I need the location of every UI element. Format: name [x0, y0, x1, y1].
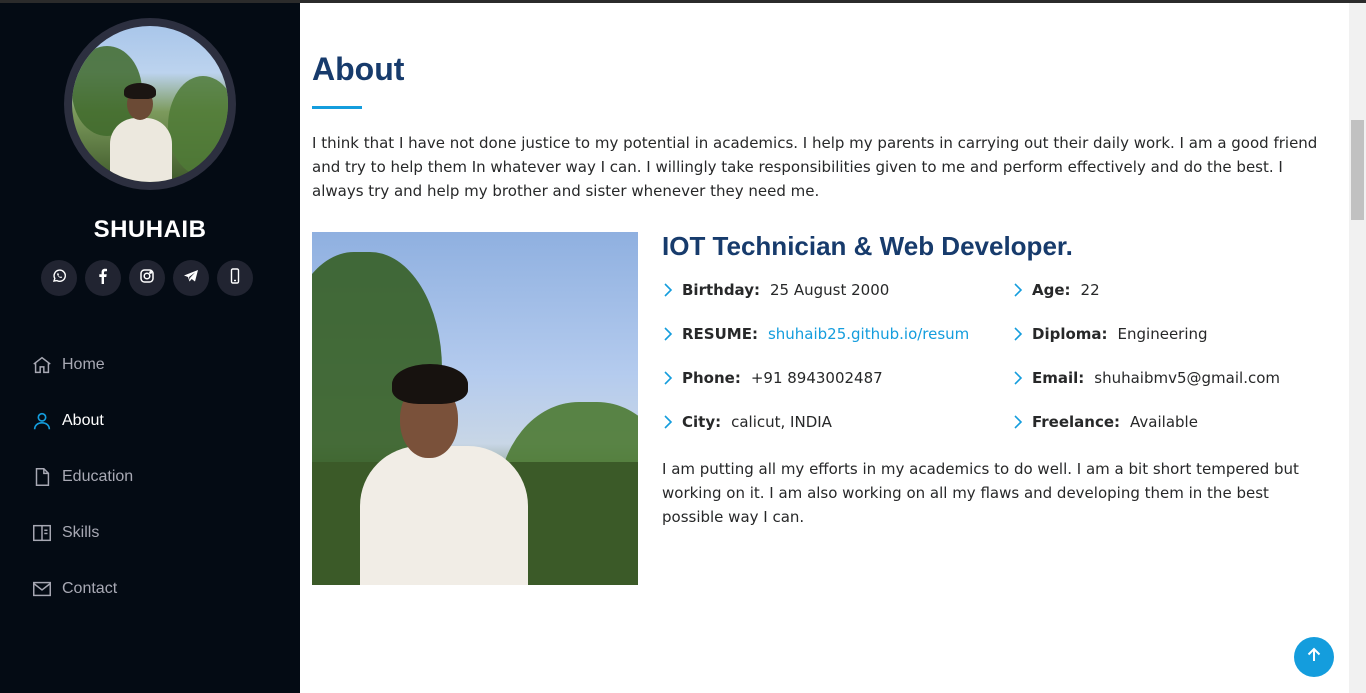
arrow-up-icon	[1304, 645, 1324, 670]
info-label: Freelance:	[1032, 413, 1121, 431]
phone-icon	[227, 267, 243, 289]
info-resume: RESUME: shuhaib25.github.io/resum	[662, 325, 969, 343]
profile-avatar-ring	[64, 18, 236, 190]
page-title: About	[312, 51, 405, 87]
phone-link[interactable]	[217, 260, 253, 296]
title-underline	[312, 106, 362, 109]
telegram-link[interactable]	[173, 260, 209, 296]
outro-paragraph: I am putting all my efforts in my academ…	[662, 460, 1299, 526]
facebook-link[interactable]	[85, 260, 121, 296]
about-section: About I think that I have not done justi…	[300, 3, 1349, 693]
scrollbar-track[interactable]	[1349, 3, 1366, 693]
social-links	[41, 260, 253, 296]
sidebar-item-education[interactable]: Education	[30, 449, 133, 505]
info-value: +91 8943002487	[750, 369, 883, 387]
sidebar-nav: Home About Education Skills Contact	[30, 337, 133, 617]
info-birthday: Birthday: 25 August 2000	[662, 281, 889, 299]
info-label: Age:	[1032, 281, 1071, 299]
chevron-right-icon	[1012, 326, 1026, 342]
chevron-right-icon	[1012, 370, 1026, 386]
intro-paragraph: I think that I have not done justice to …	[312, 134, 1318, 200]
back-to-top-button[interactable]	[1294, 637, 1334, 677]
telegram-icon	[183, 268, 199, 289]
file-icon	[30, 465, 54, 489]
sidebar-item-about[interactable]: About	[30, 393, 133, 449]
person-icon	[30, 409, 54, 433]
info-value: Engineering	[1117, 325, 1208, 343]
info-label: City:	[682, 413, 722, 431]
chevron-right-icon	[662, 326, 676, 342]
sidebar-item-label: Contact	[62, 580, 118, 597]
profile-photo	[312, 232, 638, 585]
facebook-icon	[95, 268, 111, 289]
sidebar-item-label: About	[62, 412, 104, 429]
instagram-link[interactable]	[129, 260, 165, 296]
profile-name: SHUHAIB	[93, 216, 207, 243]
chevron-right-icon	[662, 414, 676, 430]
info-age: Age: 22	[1012, 281, 1100, 299]
instagram-icon	[139, 268, 155, 289]
scrollbar-thumb[interactable]	[1351, 120, 1364, 220]
book-icon	[30, 521, 54, 545]
chevron-right-icon	[662, 370, 676, 386]
whatsapp-link[interactable]	[41, 260, 77, 296]
role-heading: IOT Technician & Web Developer.	[662, 231, 1073, 261]
info-value: 22	[1080, 281, 1100, 299]
sidebar-item-contact[interactable]: Contact	[30, 561, 133, 617]
info-phone: Phone: +91 8943002487	[662, 369, 883, 387]
info-freelance: Freelance: Available	[1012, 413, 1198, 431]
sidebar-item-home[interactable]: Home	[30, 337, 133, 393]
info-diploma: Diploma: Engineering	[1012, 325, 1208, 343]
info-label: RESUME:	[682, 325, 758, 343]
info-label: Birthday:	[682, 281, 760, 299]
resume-link[interactable]: shuhaib25.github.io/resum	[768, 325, 969, 343]
envelope-icon	[30, 577, 54, 601]
sidebar-item-skills[interactable]: Skills	[30, 505, 133, 561]
info-email: Email: shuhaibmv5@gmail.com	[1012, 369, 1280, 387]
whatsapp-icon	[51, 268, 67, 289]
sidebar: SHUHAIB Home About Education Skills Cont…	[0, 3, 300, 693]
avatar	[72, 26, 228, 182]
sidebar-item-label: Home	[62, 356, 105, 373]
chevron-right-icon	[662, 282, 676, 298]
info-value: 25 August 2000	[770, 281, 890, 299]
chevron-right-icon	[1012, 282, 1026, 298]
info-label: Email:	[1032, 369, 1085, 387]
chevron-right-icon	[1012, 414, 1026, 430]
sidebar-item-label: Skills	[62, 524, 100, 541]
sidebar-item-label: Education	[62, 468, 134, 485]
info-label: Diploma:	[1032, 325, 1108, 343]
home-icon	[30, 353, 54, 377]
info-value: shuhaibmv5@gmail.com	[1094, 369, 1280, 387]
info-value: Available	[1130, 413, 1198, 431]
info-city: City: calicut, INDIA	[662, 413, 832, 431]
info-value: calicut, INDIA	[731, 413, 832, 431]
info-label: Phone:	[682, 369, 741, 387]
